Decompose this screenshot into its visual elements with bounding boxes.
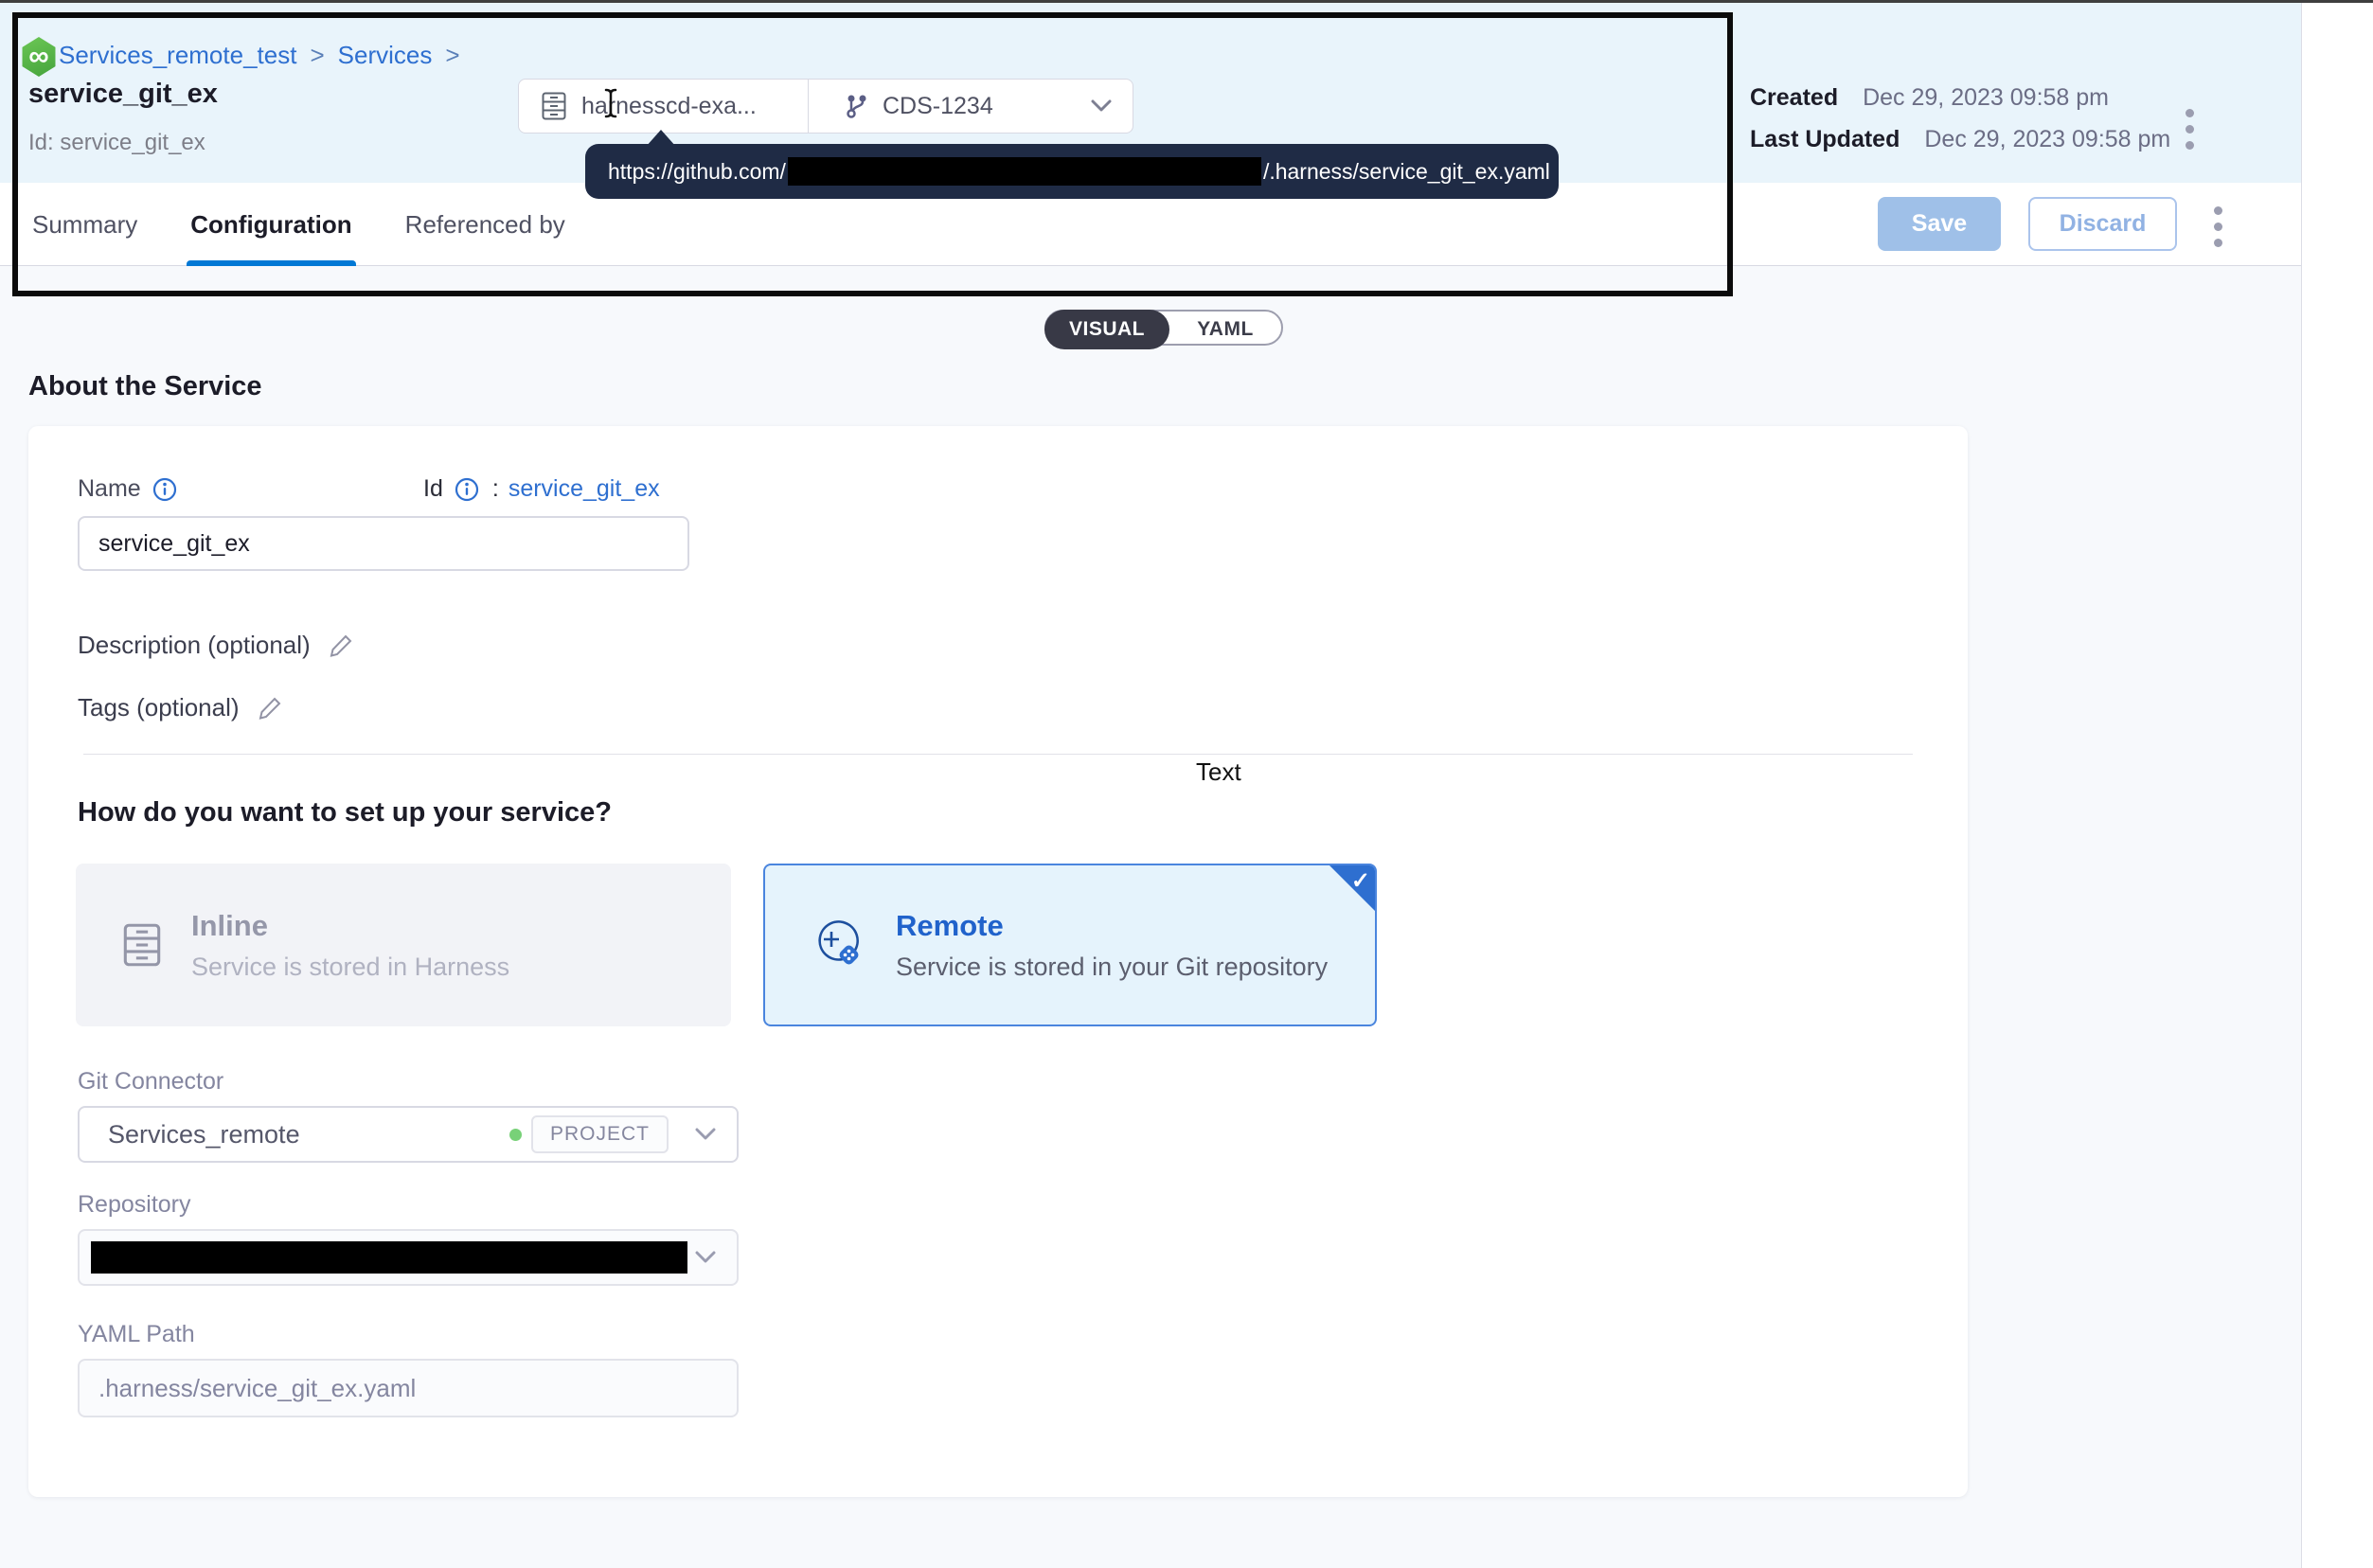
name-label: Name xyxy=(78,475,141,503)
chevron-down-icon[interactable] xyxy=(695,1128,716,1141)
tab-summary[interactable]: Summary xyxy=(28,183,141,266)
right-gutter xyxy=(2301,3,2373,1568)
selected-check-icon: ✓ xyxy=(1328,864,1377,913)
branch-selector[interactable]: CDS-1234 xyxy=(808,80,1133,133)
header-more-options-icon[interactable] xyxy=(2186,109,2194,150)
name-info-icon[interactable] xyxy=(152,477,177,502)
tags-row: Tags (optional) xyxy=(78,693,283,722)
breadcrumb-separator: > xyxy=(310,41,324,70)
remote-option-card[interactable]: Remote Service is stored in your Git rep… xyxy=(763,864,1377,1026)
discard-button[interactable]: Discard xyxy=(2028,197,2177,251)
repository-select[interactable] xyxy=(78,1229,739,1286)
inline-option-title: Inline xyxy=(191,909,509,943)
tab-referenced-by[interactable]: Referenced by xyxy=(401,183,569,266)
chevron-down-icon[interactable] xyxy=(1091,99,1112,113)
yaml-path-label: YAML Path xyxy=(78,1321,195,1348)
breadcrumb-separator: > xyxy=(445,41,459,70)
git-connector-label: Git Connector xyxy=(78,1068,223,1096)
tab-configuration[interactable]: Configuration xyxy=(187,183,355,266)
remote-option-title: Remote xyxy=(896,909,1328,943)
description-row: Description (optional) xyxy=(78,631,354,660)
tooltip-url-prefix: https://github.com/ xyxy=(608,159,786,185)
connector-status-dot xyxy=(509,1129,522,1141)
repository-label: Repository xyxy=(78,1191,191,1219)
tags-label: Tags (optional) xyxy=(78,693,240,722)
yaml-path-input[interactable] xyxy=(78,1359,739,1417)
service-hexagon-icon: ∞ xyxy=(21,37,57,77)
inline-option-subtitle: Service is stored in Harness xyxy=(191,953,509,982)
setup-question-heading: How do you want to set up your service? xyxy=(78,797,612,829)
id-label: Id xyxy=(423,475,443,503)
inline-option-card[interactable]: Inline Service is stored in Harness xyxy=(76,864,731,1026)
service-id-line: Id: service_git_ex xyxy=(28,130,205,156)
description-label: Description (optional) xyxy=(78,631,311,660)
section-divider xyxy=(83,754,1913,755)
edit-pencil-icon[interactable] xyxy=(328,633,354,659)
id-info-icon[interactable] xyxy=(455,477,479,502)
text-label: Text xyxy=(1196,757,1241,787)
breadcrumb-services-link[interactable]: Services xyxy=(338,41,433,70)
created-value: Dec 29, 2023 09:58 pm xyxy=(1863,84,2109,112)
id-value-link[interactable]: service_git_ex xyxy=(508,475,660,503)
last-updated-label: Last Updated xyxy=(1750,126,1900,153)
created-label: Created xyxy=(1750,84,1838,112)
tooltip-url-suffix: /.harness/service_git_ex.yaml xyxy=(1263,159,1550,185)
text-cursor-pointer xyxy=(603,88,618,118)
scope-badge: PROJECT xyxy=(531,1115,669,1153)
edit-pencil-icon[interactable] xyxy=(257,695,283,722)
branch-name-label: CDS-1234 xyxy=(883,93,993,120)
page-more-options-icon[interactable] xyxy=(2214,206,2222,247)
id-separator: : xyxy=(492,475,499,503)
infinity-glyph: ∞ xyxy=(28,41,48,73)
name-label-row: Name Id : service_git_ex xyxy=(78,475,177,503)
chevron-down-icon[interactable] xyxy=(695,1251,716,1264)
toggle-visual[interactable]: VISUAL xyxy=(1044,310,1169,349)
id-group: Id : service_git_ex xyxy=(423,475,660,503)
name-input[interactable] xyxy=(78,516,689,571)
toggle-yaml[interactable]: YAML xyxy=(1169,312,1281,347)
git-connector-value: Services_remote xyxy=(108,1120,300,1149)
git-url-tooltip: https://github.com/ /.harness/service_gi… xyxy=(585,144,1559,199)
repo-selector[interactable]: harnesscd-exa... xyxy=(519,92,808,120)
about-service-heading: About the Service xyxy=(28,371,262,402)
git-connector-select[interactable]: Services_remote PROJECT xyxy=(78,1106,739,1163)
inline-storage-icon xyxy=(123,922,161,968)
breadcrumb-project-link[interactable]: Services_remote_test xyxy=(59,41,296,70)
visual-yaml-toggle[interactable]: VISUAL YAML xyxy=(1044,310,1283,346)
remote-storage-icon xyxy=(812,918,865,971)
remote-option-subtitle: Service is stored in your Git repository xyxy=(896,953,1328,982)
meta-dates: Created Dec 29, 2023 09:58 pm Last Updat… xyxy=(1750,84,2170,168)
git-branch-icon xyxy=(847,94,867,118)
last-updated-value: Dec 29, 2023 09:58 pm xyxy=(1924,126,2170,153)
breadcrumb: Services_remote_test > Services > xyxy=(59,41,460,70)
repository-icon xyxy=(542,92,566,120)
save-button[interactable]: Save xyxy=(1878,197,2001,251)
redacted-url-segment xyxy=(788,157,1261,186)
page-title: service_git_ex xyxy=(28,79,218,110)
tabs: Summary Configuration Referenced by xyxy=(28,183,615,266)
redacted-repository-name xyxy=(91,1241,687,1274)
